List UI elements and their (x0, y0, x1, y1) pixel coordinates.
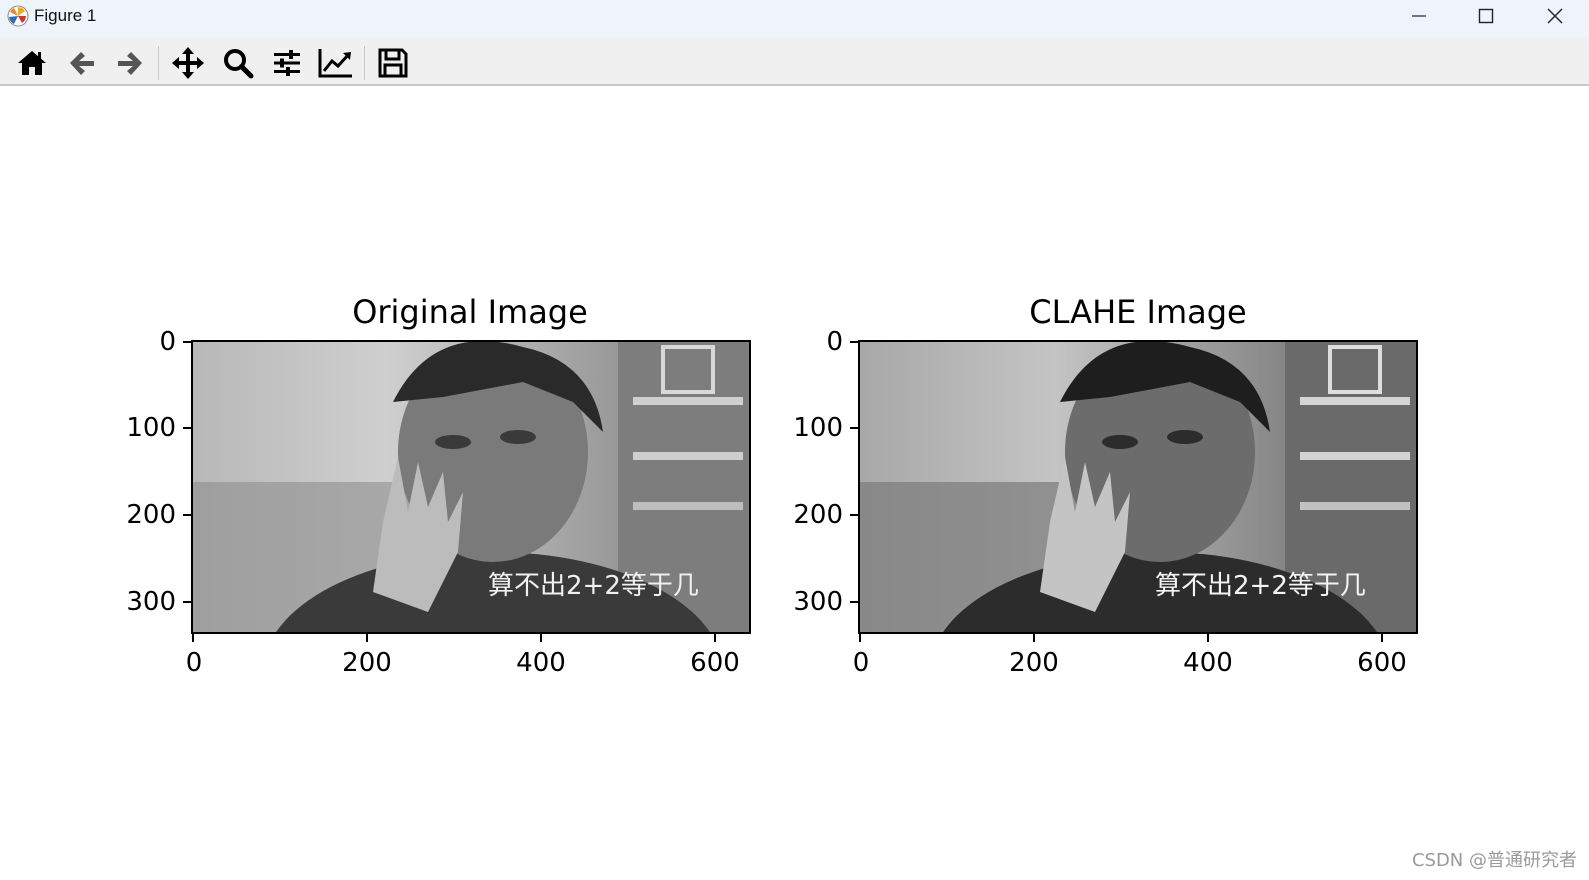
y-tick (183, 601, 191, 603)
y-tick-label: 200 (793, 500, 843, 530)
y-tick-label: 0 (159, 327, 176, 357)
y-tick-label: 0 (826, 327, 843, 357)
sliders-icon (274, 50, 300, 76)
zoom-button[interactable] (218, 44, 258, 82)
back-button[interactable] (62, 44, 102, 82)
x-tick-label: 400 (516, 648, 566, 678)
x-tick (714, 634, 716, 642)
x-tick-label: 600 (1357, 648, 1407, 678)
y-tick-label: 300 (126, 587, 176, 617)
matplotlib-logo-icon (7, 5, 29, 27)
y-tick (850, 427, 858, 429)
x-tick-label: 200 (1009, 648, 1059, 678)
magnifier-icon (224, 49, 254, 79)
image-axes-clahe[interactable]: 算不出2+2等于几 (858, 340, 1418, 634)
close-button[interactable] (1521, 0, 1589, 32)
home-icon (18, 51, 46, 75)
close-icon (1547, 8, 1563, 24)
maximize-icon (1478, 8, 1494, 24)
y-tick-label: 300 (793, 587, 843, 617)
x-tick (366, 634, 368, 642)
x-tick (1033, 634, 1035, 642)
arrow-left-icon (70, 52, 94, 75)
window-title: Figure 1 (34, 6, 97, 25)
pan-button[interactable] (168, 44, 208, 82)
floppy-disk-icon (378, 48, 408, 78)
toolbar-separator (158, 46, 159, 80)
photo-image: 算不出2+2等于几 (860, 342, 1416, 632)
x-tick-label: 0 (852, 648, 870, 678)
configure-subplots-button[interactable] (267, 44, 307, 82)
x-tick (540, 634, 542, 642)
line-chart-icon (318, 49, 352, 78)
image-axes-original[interactable]: 算不出2+2等于几 (191, 340, 751, 634)
move-icon (172, 47, 204, 79)
maximize-button[interactable] (1452, 0, 1520, 32)
x-tick (1381, 634, 1383, 642)
edit-axis-button[interactable] (316, 44, 356, 82)
x-tick-label: 200 (342, 648, 392, 678)
y-tick (850, 514, 858, 516)
y-tick (183, 427, 191, 429)
y-tick (850, 341, 858, 343)
x-tick (192, 634, 194, 642)
title-bar: Figure 1 (0, 0, 1589, 38)
minimize-icon (1412, 15, 1426, 17)
save-button[interactable] (373, 44, 413, 82)
axes-title: Original Image (352, 293, 588, 331)
navigation-toolbar (0, 38, 1589, 86)
x-tick (859, 634, 861, 642)
minimize-button[interactable] (1385, 0, 1453, 32)
image-caption: 算不出2+2等于几 (488, 571, 699, 601)
home-button[interactable] (12, 44, 52, 82)
figure-canvas[interactable]: Original Image 算不出2+2等于几 0 100 200 300 0… (0, 88, 1589, 880)
watermark: CSDN @普通研究者 (1411, 850, 1577, 871)
y-tick (850, 601, 858, 603)
toolbar-separator (364, 46, 365, 80)
x-tick-label: 600 (690, 648, 740, 678)
y-tick-label: 100 (126, 413, 176, 443)
arrow-right-icon (118, 52, 142, 75)
y-tick-label: 100 (793, 413, 843, 443)
image-caption: 算不出2+2等于几 (1155, 571, 1366, 601)
x-tick-label: 0 (185, 648, 203, 678)
y-tick-label: 200 (126, 500, 176, 530)
x-tick-label: 400 (1183, 648, 1233, 678)
y-tick (183, 514, 191, 516)
x-tick (1207, 634, 1209, 642)
axes-title: CLAHE Image (1029, 293, 1247, 331)
forward-button[interactable] (110, 44, 150, 82)
photo-image: 算不出2+2等于几 (193, 342, 749, 632)
y-tick (183, 341, 191, 343)
